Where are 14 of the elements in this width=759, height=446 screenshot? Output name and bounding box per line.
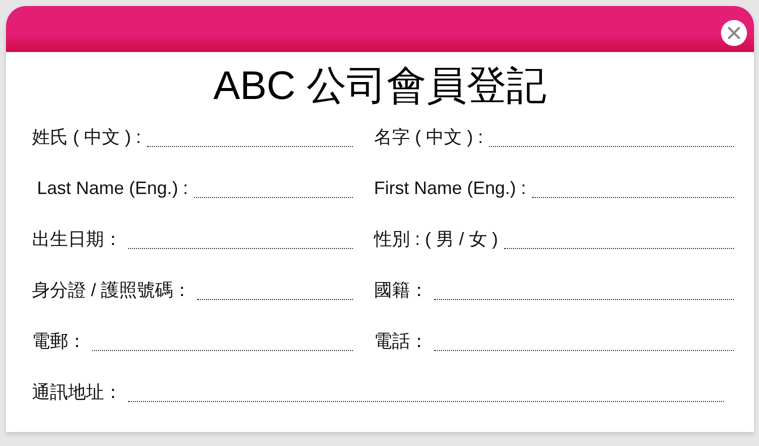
close-button[interactable]	[721, 20, 747, 46]
field-label: 名字 ( 中文 ) :	[374, 126, 483, 149]
field-label: 身分證 / 護照號碼：	[32, 279, 192, 302]
field-label: 電話：	[374, 330, 428, 353]
field-label: 性別 : ( 男 / 女 )	[374, 228, 498, 251]
dialog-title: ABC 公司會員登記	[212, 63, 548, 110]
field-label: Last Name (Eng.) :	[36, 177, 188, 200]
field-label: 國籍：	[374, 279, 428, 302]
field-label: 出生日期：	[32, 228, 122, 251]
close-icon	[727, 26, 741, 40]
field-label: 電郵：	[32, 330, 86, 353]
field-label: 通訊地址：	[32, 381, 122, 404]
field-label: First Name (Eng.) :	[374, 177, 526, 200]
field-label: 姓氏 ( 中文 ) :	[32, 126, 141, 149]
